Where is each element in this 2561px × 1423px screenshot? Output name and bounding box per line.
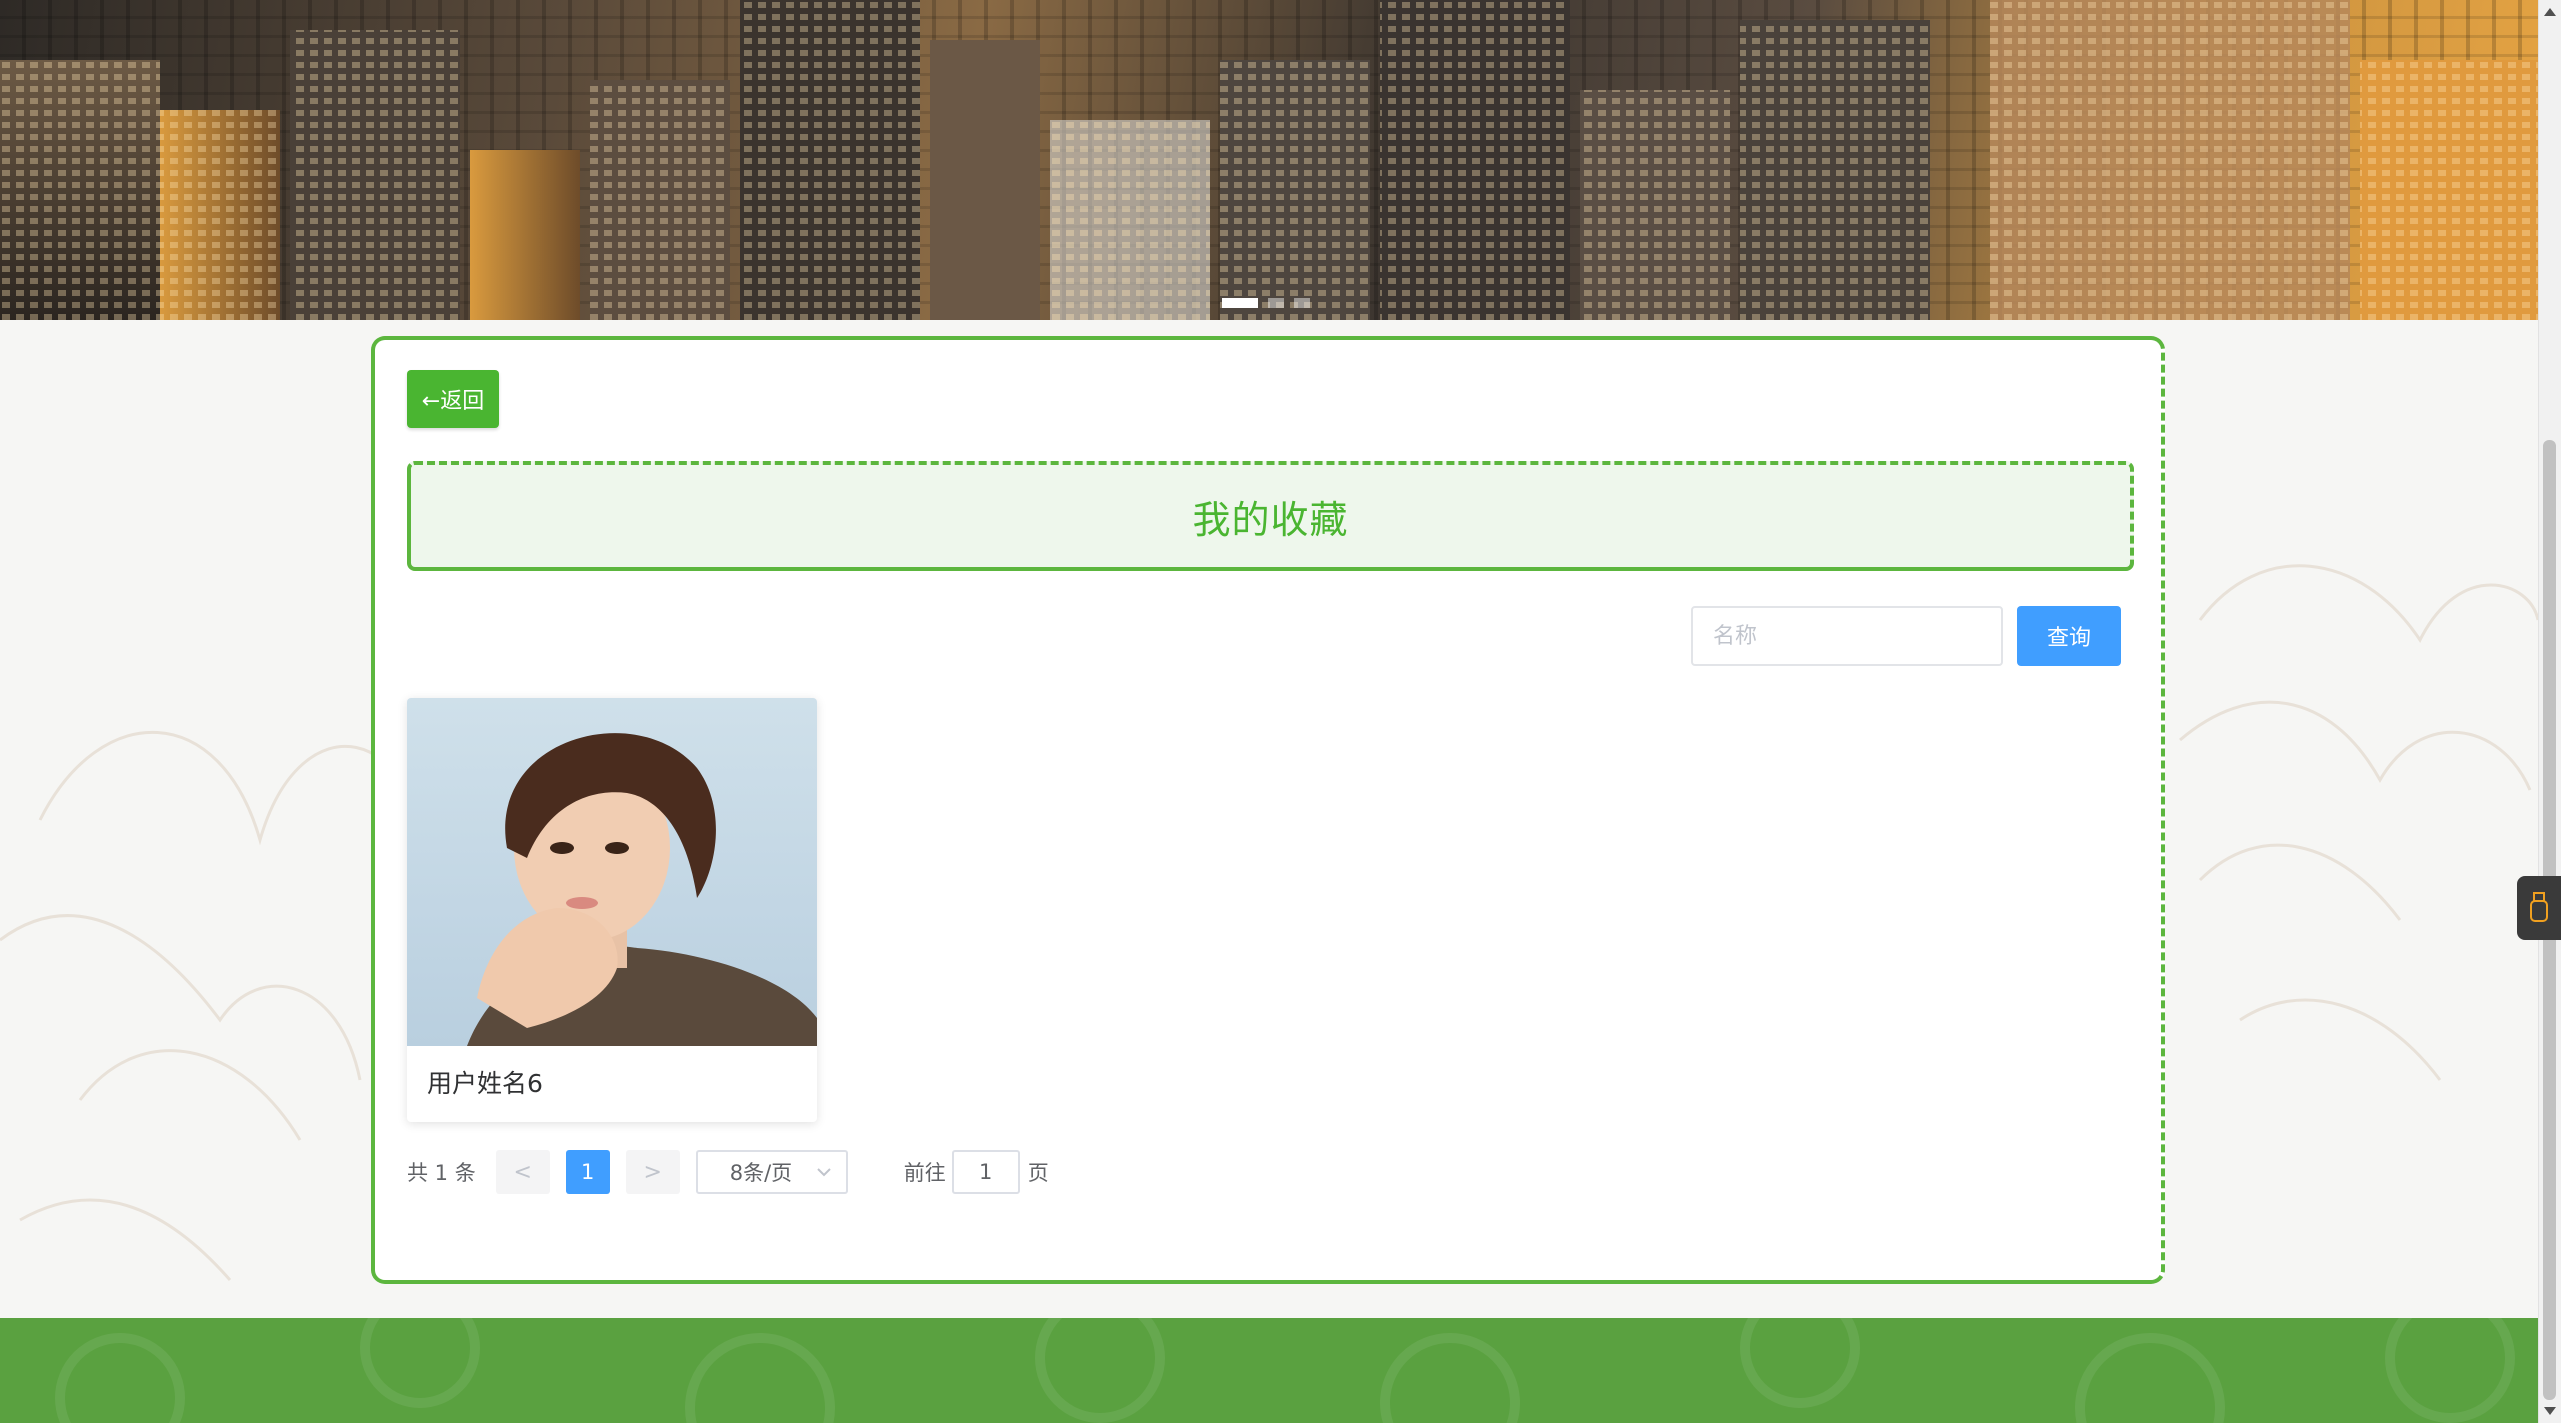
footer-pattern (55, 1318, 2515, 1423)
jump-page-input[interactable] (951, 1150, 1020, 1194)
pagination: 共 1 条 < 1 > 8条/页 前往 页 (407, 1150, 1049, 1194)
scroll-down-icon[interactable] (2544, 1407, 2556, 1415)
page-suffix-label: 页 (1027, 1161, 1049, 1185)
pagination-total: 共 1 条 (407, 1161, 476, 1185)
page-title: 我的收藏 (1192, 497, 1349, 542)
scroll-up-icon[interactable] (2544, 8, 2556, 16)
search-input[interactable] (1691, 606, 2003, 666)
carousel-dot-2[interactable] (1268, 298, 1284, 308)
usb-icon (2530, 892, 2548, 922)
item-name: 用户姓名6 (427, 1069, 543, 1098)
back-button[interactable]: ←返回 (407, 370, 499, 428)
banner-carousel[interactable] (0, 0, 2538, 320)
footer (0, 1318, 2538, 1423)
item-photo[interactable] (407, 698, 817, 1046)
favorites-panel: ←返回 我的收藏 查询 用户姓名 (371, 336, 2165, 1284)
page-number-1[interactable]: 1 (565, 1150, 610, 1194)
carousel-indicators (1222, 298, 1310, 308)
page-size-value: 8条/页 (729, 1161, 793, 1185)
next-page-button[interactable]: > (625, 1150, 680, 1194)
page-size-select[interactable]: 8条/页 (695, 1150, 848, 1194)
prev-page-button[interactable]: < (495, 1150, 550, 1194)
chevron-down-icon (817, 1168, 831, 1177)
jump-label: 前往 (903, 1161, 946, 1185)
page-title-box: 我的收藏 (407, 461, 2134, 571)
search-button[interactable]: 查询 (2017, 606, 2121, 666)
favorite-item-card[interactable]: 用户姓名6 (407, 698, 817, 1122)
city-skyline-image (0, 0, 2538, 320)
side-tool-tab[interactable] (2517, 876, 2561, 940)
portrait-photo (467, 733, 817, 1046)
carousel-dot-3[interactable] (1294, 298, 1310, 308)
vertical-scrollbar[interactable] (2538, 0, 2561, 1423)
carousel-dot-1[interactable] (1222, 298, 1258, 308)
